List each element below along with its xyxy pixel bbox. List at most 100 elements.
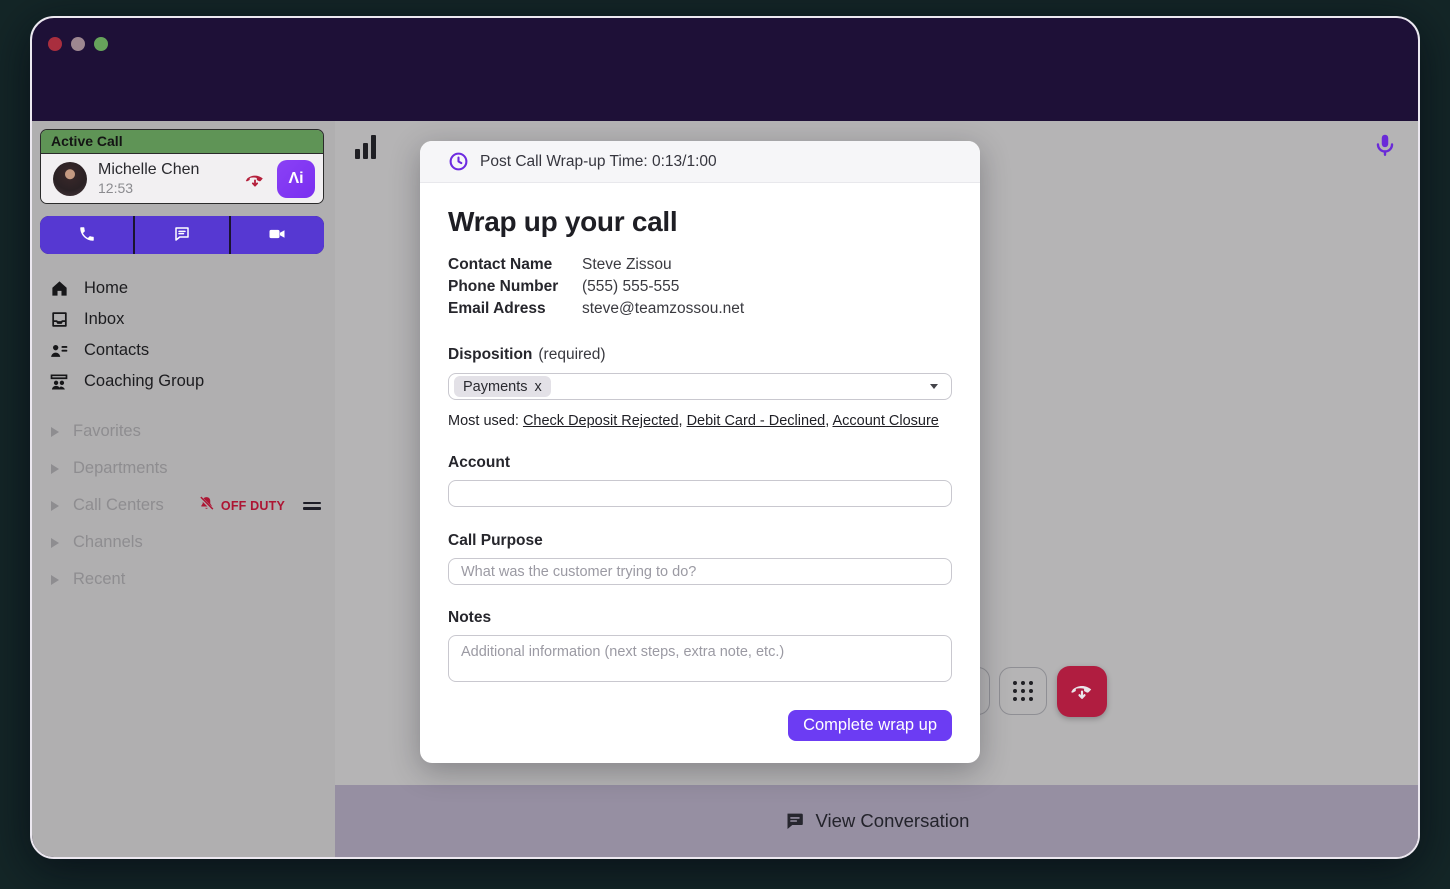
wrapup-modal-body: Wrap up your call Contact Name Steve Zis… bbox=[420, 207, 980, 741]
end-call-button[interactable] bbox=[1057, 666, 1107, 717]
chevron-down-icon bbox=[930, 384, 938, 389]
chevron-right-icon bbox=[51, 427, 59, 437]
active-call-card: Active Call Michelle Chen 12:53 Λ bbox=[40, 129, 324, 204]
sidebar: Active Call Michelle Chen 12:53 Λ bbox=[32, 121, 335, 857]
hangup-icon bbox=[1069, 677, 1095, 706]
chevron-right-icon bbox=[51, 464, 59, 474]
contact-name-label: Contact Name bbox=[448, 254, 582, 275]
most-used-link-debit-card[interactable]: Debit Card - Declined bbox=[687, 413, 826, 429]
wrapup-modal: Post Call Wrap-up Time: 0:13/1:00 Wrap u… bbox=[420, 141, 980, 763]
call-action-bar bbox=[40, 216, 324, 254]
section-label: Favorites bbox=[73, 422, 141, 441]
call-timer: 12:53 bbox=[98, 180, 199, 196]
wrapup-timer-header: Post Call Wrap-up Time: 0:13/1:00 bbox=[420, 141, 980, 183]
disposition-select[interactable]: Payments x bbox=[448, 373, 952, 400]
section-label: Call Centers bbox=[73, 496, 164, 515]
section-favorites[interactable]: Favorites bbox=[32, 413, 335, 450]
clock-icon bbox=[448, 151, 469, 172]
app-content: Active Call Michelle Chen 12:53 Λ bbox=[32, 121, 1418, 857]
chat-icon bbox=[173, 225, 191, 246]
contacts-icon bbox=[49, 341, 69, 361]
chevron-right-icon bbox=[51, 575, 59, 585]
offduty-label: OFF DUTY bbox=[221, 499, 285, 513]
wrapup-timer-text: Post Call Wrap-up Time: 0:13/1:00 bbox=[480, 153, 717, 171]
section-departments[interactable]: Departments bbox=[32, 450, 335, 487]
video-camera-icon bbox=[267, 224, 287, 247]
separator: , bbox=[679, 413, 687, 429]
phone-number-label: Phone Number bbox=[448, 276, 582, 297]
account-input[interactable] bbox=[448, 480, 952, 507]
dialpad-icon bbox=[1013, 681, 1034, 702]
notes-label: Notes bbox=[448, 609, 952, 627]
section-label: Departments bbox=[73, 459, 167, 478]
email-address-value: steve@teamzossou.net bbox=[582, 298, 952, 319]
status-toggle-icon[interactable] bbox=[303, 502, 321, 510]
microphone-icon[interactable] bbox=[1372, 132, 1398, 163]
dialpad-button[interactable] bbox=[999, 667, 1047, 715]
conversation-icon bbox=[784, 811, 805, 832]
ai-assistant-button[interactable]: Λi bbox=[277, 160, 315, 198]
sidebar-sections: Favorites Departments Call Centers OFF D… bbox=[32, 413, 335, 598]
minimize-window-icon[interactable] bbox=[71, 37, 85, 51]
caller-avatar bbox=[53, 162, 87, 196]
message-button[interactable] bbox=[135, 216, 228, 254]
bar-chart-icon[interactable] bbox=[355, 135, 376, 159]
video-call-button[interactable] bbox=[231, 216, 324, 254]
app-window: Active Call Michelle Chen 12:53 Λ bbox=[30, 16, 1420, 859]
section-channels[interactable]: Channels bbox=[32, 524, 335, 561]
bell-off-icon bbox=[198, 495, 215, 517]
disposition-required-hint: (required) bbox=[538, 346, 605, 363]
notes-textarea[interactable] bbox=[448, 635, 952, 682]
contact-details: Contact Name Steve Zissou Phone Number (… bbox=[448, 254, 952, 319]
section-call-centers[interactable]: Call Centers OFF DUTY bbox=[32, 487, 335, 524]
ai-logo: Λi bbox=[288, 170, 303, 188]
hangup-call-icon[interactable] bbox=[244, 168, 266, 190]
view-conversation-label: View Conversation bbox=[816, 810, 970, 832]
sidebar-item-label: Home bbox=[84, 279, 128, 298]
most-used-link-check-deposit[interactable]: Check Deposit Rejected bbox=[523, 413, 679, 429]
close-window-icon[interactable] bbox=[48, 37, 62, 51]
most-used-prefix: Most used: bbox=[448, 413, 523, 429]
complete-wrapup-button[interactable]: Complete wrap up bbox=[788, 710, 952, 741]
section-label: Recent bbox=[73, 570, 125, 589]
sidebar-item-label: Coaching Group bbox=[84, 372, 204, 391]
chevron-right-icon bbox=[51, 538, 59, 548]
phone-number-value: (555) 555-555 bbox=[582, 276, 952, 297]
sidebar-item-coaching-group[interactable]: Coaching Group bbox=[32, 366, 335, 397]
call-purpose-input[interactable] bbox=[448, 558, 952, 585]
disposition-label-row: Disposition (required) bbox=[448, 346, 952, 364]
email-address-label: Email Adress bbox=[448, 298, 582, 319]
sidebar-item-inbox[interactable]: Inbox bbox=[32, 304, 335, 335]
contact-name-value: Steve Zissou bbox=[582, 254, 952, 275]
sidebar-item-home[interactable]: Home bbox=[32, 273, 335, 304]
most-used-row: Most used: Check Deposit Rejected, Debit… bbox=[448, 413, 952, 429]
most-used-link-account-closure[interactable]: Account Closure bbox=[832, 413, 938, 429]
disposition-label: Disposition bbox=[448, 346, 532, 363]
active-call-body: Michelle Chen 12:53 Λi bbox=[41, 154, 323, 203]
phone-icon bbox=[78, 225, 96, 246]
active-call-header: Active Call bbox=[41, 130, 323, 154]
home-icon bbox=[49, 279, 69, 298]
account-label: Account bbox=[448, 454, 952, 472]
section-recent[interactable]: Recent bbox=[32, 561, 335, 598]
sidebar-item-label: Contacts bbox=[84, 341, 149, 360]
disposition-chip: Payments x bbox=[454, 376, 551, 397]
modal-title: Wrap up your call bbox=[448, 207, 952, 237]
section-label: Channels bbox=[73, 533, 143, 552]
traffic-lights bbox=[48, 37, 108, 51]
sidebar-item-label: Inbox bbox=[84, 310, 124, 329]
sidebar-nav: Home Inbox Contacts bbox=[32, 273, 335, 397]
phone-call-button[interactable] bbox=[40, 216, 133, 254]
inbox-icon bbox=[49, 310, 69, 329]
maximize-window-icon[interactable] bbox=[94, 37, 108, 51]
caller-info: Michelle Chen 12:53 bbox=[98, 161, 199, 195]
group-icon bbox=[49, 372, 69, 392]
sidebar-item-contacts[interactable]: Contacts bbox=[32, 335, 335, 366]
offduty-badge: OFF DUTY bbox=[198, 495, 285, 517]
view-conversation-bar[interactable]: View Conversation bbox=[335, 785, 1418, 857]
chip-remove-icon[interactable]: x bbox=[534, 379, 541, 395]
call-purpose-label: Call Purpose bbox=[448, 532, 952, 550]
caller-name: Michelle Chen bbox=[98, 161, 199, 179]
submit-row: Complete wrap up bbox=[448, 710, 952, 741]
window-titlebar bbox=[32, 18, 1418, 121]
